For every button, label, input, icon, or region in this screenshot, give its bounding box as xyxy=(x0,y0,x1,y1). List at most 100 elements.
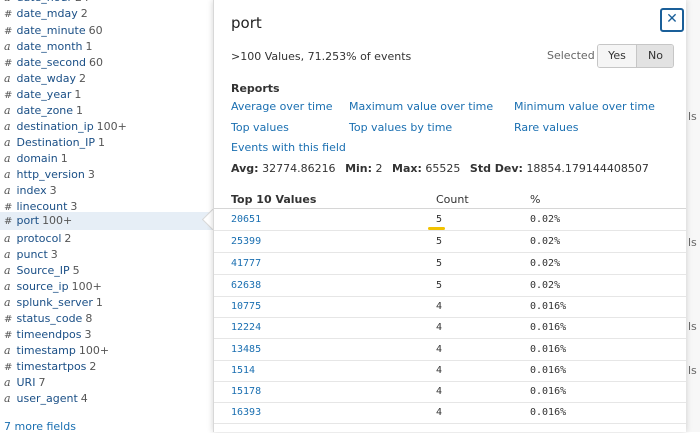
value-count: 4 xyxy=(436,365,443,376)
value-link[interactable]: 41777 xyxy=(231,258,261,269)
field-name: source_ip xyxy=(16,280,69,293)
min-label: Min: xyxy=(345,162,373,175)
field-name: punct xyxy=(16,248,48,261)
field-item-date-mday[interactable]: # date_mday 2 xyxy=(4,7,88,24)
field-count: 1 xyxy=(74,88,82,101)
header-count: Count xyxy=(436,193,469,206)
field-item-http-version[interactable]: a http_version 3 xyxy=(4,168,95,185)
min-value: 2 xyxy=(375,162,383,175)
selected-yes-button[interactable]: Yes xyxy=(598,45,636,67)
close-icon: ✕ xyxy=(666,11,678,27)
field-count: 3 xyxy=(49,184,57,197)
close-button[interactable]: ✕ xyxy=(660,8,684,32)
field-name: protocol xyxy=(16,232,62,245)
field-item-timestamp[interactable]: a timestamp 100+ xyxy=(4,344,109,361)
table-row: 16393 4 0.016% xyxy=(214,402,686,424)
field-item-port[interactable]: # port 100+ xyxy=(0,212,212,230)
field-type-icon: a xyxy=(4,72,11,85)
highlight-underline xyxy=(428,227,445,230)
value-link[interactable]: 20651 xyxy=(231,214,261,225)
field-name: timestamp xyxy=(16,344,76,357)
value-link[interactable]: 10775 xyxy=(231,301,261,312)
field-item-source-ip[interactable]: a source_ip 100+ xyxy=(4,280,102,297)
report-average-over-time[interactable]: Average over time xyxy=(231,100,333,113)
table-row: 12224 4 0.016% xyxy=(214,317,686,339)
value-link[interactable]: 15178 xyxy=(231,386,261,397)
field-item-domain[interactable]: a domain 1 xyxy=(4,152,68,169)
reports-heading: Reports xyxy=(231,82,280,95)
value-percent: 0.016% xyxy=(530,386,567,397)
table-row: 41777 5 0.02% xyxy=(214,253,686,275)
field-type-icon: a xyxy=(4,136,11,149)
field-name: URI xyxy=(16,376,36,389)
field-item-timestartpos[interactable]: # timestartpos 2 xyxy=(4,360,96,377)
field-name: date_hour xyxy=(17,0,73,4)
report-minimum-over-time[interactable]: Minimum value over time xyxy=(514,100,655,113)
field-type-icon: a xyxy=(4,184,11,197)
field-name: user_agent xyxy=(16,392,78,405)
value-count: 5 xyxy=(436,258,443,269)
field-count: 7 xyxy=(38,376,46,389)
edge-fragment: ls xyxy=(688,236,697,249)
field-item-date-minute[interactable]: # date_minute 60 xyxy=(4,24,103,41)
field-name: status_code xyxy=(16,312,83,325)
value-link[interactable]: 16393 xyxy=(231,407,261,418)
field-item-destination-ip[interactable]: a destination_ip 100+ xyxy=(4,120,127,137)
field-count: 3 xyxy=(84,328,92,341)
avg-value: 32774.86216 xyxy=(262,162,336,175)
value-count: 5 xyxy=(436,214,443,225)
value-count: 5 xyxy=(436,280,443,291)
field-count: 60 xyxy=(89,56,104,69)
edge-fragment: ls xyxy=(688,110,697,123)
value-count: 4 xyxy=(436,407,443,418)
field-item-source-ip-upper[interactable]: a Source_IP 5 xyxy=(4,264,80,281)
field-type-icon: # xyxy=(4,330,13,341)
value-link[interactable]: 1514 xyxy=(231,365,255,376)
value-link[interactable]: 62638 xyxy=(231,280,261,291)
edge-fragment: ls xyxy=(688,364,697,377)
value-link[interactable]: 13485 xyxy=(231,344,261,355)
std-dev-label: Std Dev: xyxy=(469,162,523,175)
top-values-table-header: Top 10 Values Count % xyxy=(214,184,686,209)
field-item-date-zone[interactable]: a date_zone 1 xyxy=(4,104,83,121)
report-maximum-over-time[interactable]: Maximum value over time xyxy=(349,100,493,113)
field-item-date-month[interactable]: a date_month 1 xyxy=(4,40,93,57)
field-item-punct[interactable]: a punct 3 xyxy=(4,248,58,265)
field-item-splunk-server[interactable]: a splunk_server 1 xyxy=(4,296,103,313)
field-item-date-year[interactable]: # date_year 1 xyxy=(4,88,81,105)
field-count: 3 xyxy=(87,168,95,181)
field-name: timeendpos xyxy=(16,328,82,341)
field-item-destination-ip-upper[interactable]: a Destination_IP 1 xyxy=(4,136,105,153)
field-name: date_year xyxy=(16,88,72,101)
value-link[interactable]: 12224 xyxy=(231,322,261,333)
selected-label: Selected xyxy=(547,49,595,62)
report-top-values-by-time[interactable]: Top values by time xyxy=(349,121,452,134)
field-name: http_version xyxy=(16,168,85,181)
field-type-icon: # xyxy=(4,58,13,69)
field-item-date-second[interactable]: # date_second 60 xyxy=(4,56,103,73)
field-count: 24 xyxy=(75,0,89,4)
header-percent: % xyxy=(530,193,541,206)
value-link[interactable]: 25399 xyxy=(231,236,261,247)
report-top-values[interactable]: Top values xyxy=(231,121,289,134)
field-item-index[interactable]: a index 3 xyxy=(4,184,57,201)
field-name: date_second xyxy=(16,56,87,69)
field-type-icon: # xyxy=(4,216,13,227)
report-rare-values[interactable]: Rare values xyxy=(514,121,578,134)
field-item-status-code[interactable]: # status_code 8 xyxy=(4,312,92,329)
field-count: 4 xyxy=(80,392,88,405)
field-type-icon: a xyxy=(4,392,11,405)
value-percent: 0.016% xyxy=(530,322,567,333)
more-fields-link[interactable]: 7 more fields xyxy=(4,420,76,433)
field-item-protocol[interactable]: a protocol 2 xyxy=(4,232,71,249)
field-item-uri[interactable]: a URI 7 xyxy=(4,376,45,393)
field-item-user-agent[interactable]: a user_agent 4 xyxy=(4,392,88,409)
field-count: 100+ xyxy=(42,214,73,227)
field-item-date-wday[interactable]: a date_wday 2 xyxy=(4,72,86,89)
events-with-field-link[interactable]: Events with this field xyxy=(231,141,346,154)
value-count: 4 xyxy=(436,322,443,333)
field-type-icon: # xyxy=(4,314,13,325)
table-row: 15178 4 0.016% xyxy=(214,381,686,403)
field-item-timeendpos[interactable]: # timeendpos 3 xyxy=(4,328,92,345)
selected-no-button[interactable]: No xyxy=(636,45,673,67)
